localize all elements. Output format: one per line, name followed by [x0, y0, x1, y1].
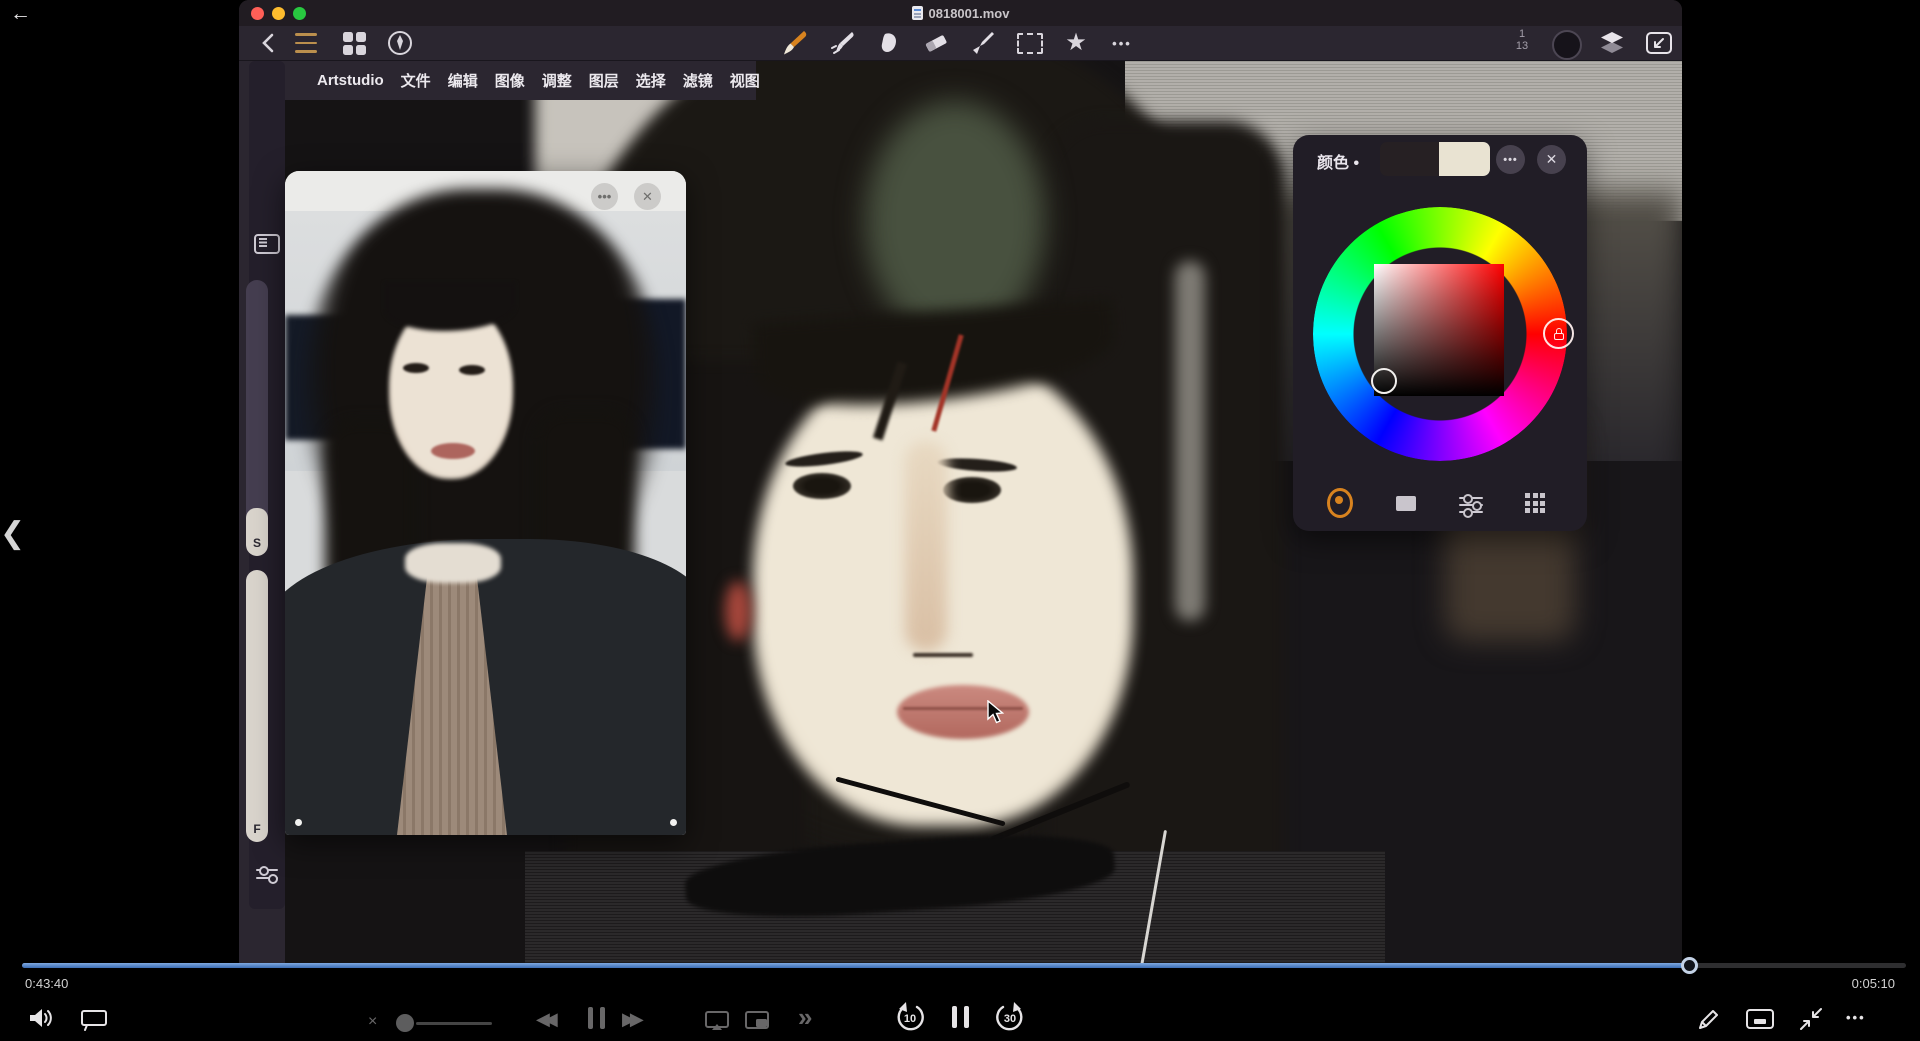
flow-slider[interactable]: F — [246, 570, 268, 842]
pause-button-secondary[interactable] — [584, 1007, 608, 1034]
rewind-button[interactable]: ◀◀ — [536, 1009, 558, 1030]
ref-window-resize-handle-left[interactable] — [295, 819, 302, 826]
tab-color-values[interactable] — [1394, 491, 1418, 515]
gallery-grid-icon[interactable] — [339, 30, 369, 56]
paint-brush-tool[interactable] — [780, 30, 810, 56]
color-panel-more-button[interactable]: ••• — [1496, 145, 1525, 174]
picture-in-picture-icon[interactable] — [742, 1008, 772, 1034]
reference-window[interactable]: ••• ✕ — [285, 171, 686, 835]
color-panel[interactable]: 颜色 • ••• ✕ — [1293, 135, 1587, 531]
skip-back-10-button[interactable]: 10 — [894, 1001, 926, 1033]
tab-color-wheel[interactable] — [1327, 488, 1353, 518]
screen: ← ❮ 0818001.mov ★ ••• 1 13 Artstudio 文件 … — [0, 0, 1920, 1041]
painting-nostrils — [913, 653, 973, 657]
menu-icon[interactable] — [291, 30, 321, 56]
timeline-fill — [22, 963, 1690, 968]
volume-slider-thumb[interactable] — [396, 1014, 414, 1032]
color-swatch-pair[interactable] — [1380, 142, 1490, 176]
tab-color-sliders[interactable] — [1457, 490, 1485, 518]
skip-forward-30-button[interactable]: 30 — [994, 1001, 1026, 1033]
skip-back-label: 10 — [903, 1013, 917, 1025]
remaining-time: 0:05:10 — [1851, 976, 1895, 991]
sv-selector[interactable] — [1371, 368, 1397, 394]
hue-selector[interactable] — [1543, 318, 1574, 349]
pressure-pen-icon[interactable] — [385, 30, 415, 56]
menu-edit[interactable]: 编辑 — [448, 70, 478, 91]
mouse-cursor — [986, 700, 1008, 726]
ref-photo-neck — [405, 543, 501, 583]
painting-nose — [905, 441, 947, 651]
painting-hair-highlight — [1175, 261, 1205, 621]
back-button[interactable]: ← — [10, 2, 31, 26]
skip-forward-label: 30 — [1003, 1013, 1017, 1025]
ref-window-more-button[interactable]: ••• — [591, 183, 618, 210]
tab-color-palette[interactable] — [1523, 491, 1547, 515]
annotate-pencil-icon[interactable] — [1694, 1004, 1724, 1034]
fullscreen-canvas-icon[interactable] — [1644, 30, 1674, 56]
volume-icon[interactable] — [26, 1003, 58, 1033]
menu-file[interactable]: 文件 — [401, 70, 431, 91]
menu-artstudio[interactable]: Artstudio — [317, 72, 384, 89]
sidebar-settings-icon[interactable] — [254, 862, 280, 886]
brush-size-indicator: 1 13 — [1515, 28, 1529, 52]
more-controls-chevrons[interactable]: » — [798, 1002, 812, 1033]
window-titlebar[interactable]: 0818001.mov — [239, 0, 1682, 26]
painting-cheek-red — [725, 581, 751, 641]
window-title: 0818001.mov — [928, 5, 1010, 21]
video-window: 0818001.mov ★ ••• 1 13 Artstudio 文件 编辑 图… — [239, 0, 1682, 966]
ref-photo-left-eye — [403, 363, 429, 373]
screen-mirroring-icon[interactable] — [702, 1008, 732, 1034]
app-menubar: Artstudio 文件 编辑 图像 调整 图层 选择 滤镜 视图 — [239, 61, 760, 100]
menu-layer[interactable]: 图层 — [589, 70, 619, 91]
ref-window-resize-handle-right[interactable] — [670, 819, 677, 826]
menu-adjust[interactable]: 调整 — [542, 70, 572, 91]
menu-image[interactable]: 图像 — [495, 70, 525, 91]
movie-file-icon — [911, 6, 923, 20]
pause-button[interactable] — [948, 1006, 972, 1033]
color-panel-close-button[interactable]: ✕ — [1537, 145, 1566, 174]
lock-icon — [1553, 327, 1565, 340]
painting-left-eye — [793, 473, 851, 499]
smudge-tool[interactable] — [874, 30, 904, 56]
previous-video-button[interactable]: ❮ — [0, 516, 25, 551]
ref-photo-right-eye — [459, 365, 485, 375]
painting-right-eye — [943, 477, 1001, 503]
primary-color-swatch[interactable] — [1380, 142, 1439, 176]
painting-lips — [897, 685, 1029, 739]
subtitles-icon[interactable] — [78, 1005, 110, 1033]
caption-box-icon[interactable] — [1744, 1006, 1776, 1032]
player-more-button[interactable]: ••• — [1846, 1010, 1866, 1025]
secondary-color-swatch[interactable] — [1438, 142, 1490, 176]
menu-select[interactable]: 选择 — [636, 70, 666, 91]
color-panel-title: 颜色 • — [1317, 155, 1360, 172]
flow-slider-label: F — [253, 822, 261, 836]
elapsed-time: 0:43:40 — [25, 976, 69, 991]
toolbar-more-icon[interactable]: ••• — [1107, 30, 1137, 56]
window-title-wrap: 0818001.mov — [239, 0, 1682, 26]
selection-tool[interactable] — [1015, 30, 1045, 56]
menu-view[interactable]: 视图 — [730, 70, 760, 91]
fast-forward-button[interactable]: ▶▶ — [622, 1009, 644, 1030]
sidebar-panel-icon[interactable] — [254, 232, 280, 256]
exit-fullscreen-icon[interactable] — [1796, 1004, 1826, 1034]
menu-filter[interactable]: 滤镜 — [683, 70, 713, 91]
flow-slider-thumb[interactable]: F — [246, 570, 268, 842]
marker-tool[interactable] — [968, 30, 998, 56]
wet-paint-tool[interactable] — [827, 30, 857, 56]
volume-slider-track[interactable] — [416, 1022, 492, 1025]
app-back-button[interactable] — [253, 30, 283, 56]
mute-icon[interactable]: × — [368, 1013, 377, 1031]
size-slider-thumb[interactable]: S — [246, 508, 268, 556]
app-toolbar — [239, 26, 1682, 61]
eraser-tool[interactable] — [921, 30, 951, 56]
timeline-thumb[interactable] — [1681, 957, 1699, 974]
layers-icon[interactable] — [1597, 30, 1627, 56]
size-slider-label: S — [252, 536, 261, 550]
ref-window-close-button[interactable]: ✕ — [634, 183, 661, 210]
ref-photo-lips — [431, 443, 475, 459]
current-color-well[interactable] — [1552, 30, 1582, 60]
favorites-tool[interactable]: ★ — [1061, 30, 1091, 56]
size-slider[interactable]: S — [246, 280, 268, 556]
timeline-track[interactable] — [22, 957, 1906, 974]
